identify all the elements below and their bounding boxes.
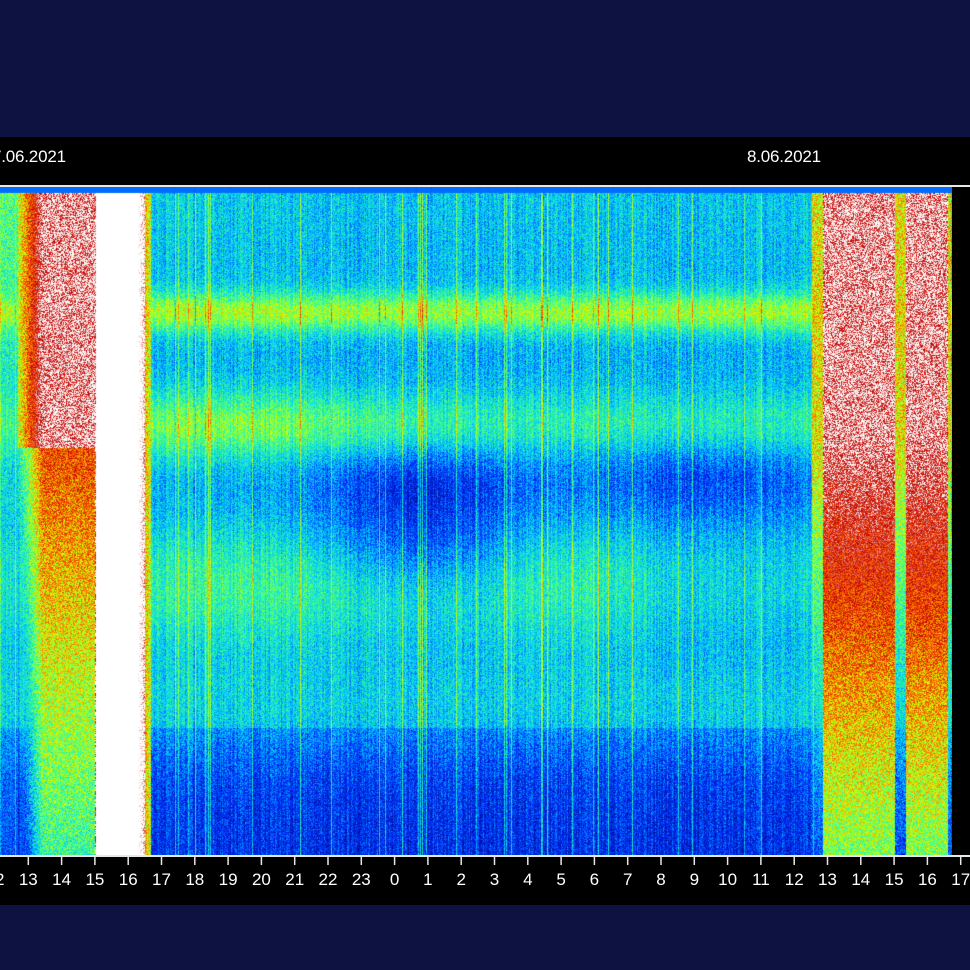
hour-tick-label: 14 bbox=[851, 870, 870, 889]
hour-axis-svg: 1213141516171819202122230123456789101112… bbox=[0, 857, 970, 889]
plot-edge bbox=[952, 187, 970, 855]
hour-tick-label: 9 bbox=[690, 870, 699, 889]
hour-tick-label: 15 bbox=[85, 870, 104, 889]
hour-tick-label: 2 bbox=[456, 870, 465, 889]
hour-tick-label: 5 bbox=[556, 870, 565, 889]
hour-tick-label: 15 bbox=[885, 870, 904, 889]
hour-tick-label: 6 bbox=[590, 870, 599, 889]
hour-tick-label: 7 bbox=[623, 870, 632, 889]
date-label-right: 8.06.2021 bbox=[747, 147, 821, 166]
hour-tick-label: 17 bbox=[951, 870, 970, 889]
hour-tick-label: 13 bbox=[818, 870, 837, 889]
hour-tick-label: 21 bbox=[285, 870, 304, 889]
hour-tick-label: 20 bbox=[252, 870, 271, 889]
spectrogram-heatmap bbox=[0, 187, 952, 855]
hour-tick-label: 23 bbox=[352, 870, 371, 889]
hour-tick-label: 19 bbox=[219, 870, 238, 889]
hour-tick-label: 22 bbox=[319, 870, 338, 889]
hour-tick-label: 16 bbox=[119, 870, 138, 889]
hour-axis: 1213141516171819202122230123456789101112… bbox=[0, 855, 970, 905]
date-label-left: 7.06.2021 bbox=[0, 147, 66, 166]
hour-tick-label: 0 bbox=[390, 870, 399, 889]
hour-tick-label: 8 bbox=[656, 870, 665, 889]
spectrogram-frame: 7.06.2021 8.06.2021 12131415161718192021… bbox=[0, 137, 970, 905]
hour-tick-label: 12 bbox=[785, 870, 804, 889]
hour-tick-label: 16 bbox=[918, 870, 937, 889]
hour-tick-label: 10 bbox=[718, 870, 737, 889]
hour-tick-label: 11 bbox=[752, 870, 770, 889]
hour-tick-label: 3 bbox=[490, 870, 499, 889]
hour-tick-label: 14 bbox=[52, 870, 71, 889]
date-bar: 7.06.2021 8.06.2021 bbox=[0, 137, 970, 187]
hour-tick-label: 1 bbox=[423, 870, 432, 889]
hour-tick-label: 18 bbox=[185, 870, 204, 889]
hour-tick-label: 12 bbox=[0, 870, 4, 889]
hour-tick-label: 13 bbox=[19, 870, 38, 889]
hour-tick-label: 17 bbox=[152, 870, 171, 889]
hour-tick-label: 4 bbox=[523, 870, 532, 889]
